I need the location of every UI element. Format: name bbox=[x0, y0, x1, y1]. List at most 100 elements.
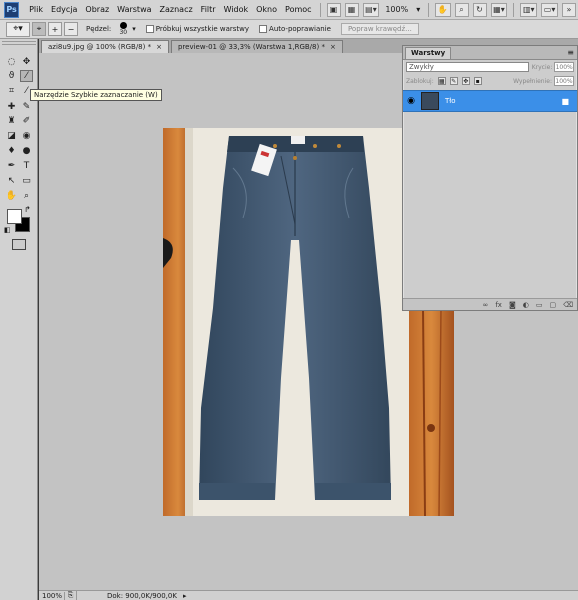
layer-style-icon[interactable]: fx bbox=[495, 301, 502, 309]
lasso-tool-icon[interactable]: ϑ bbox=[5, 70, 18, 82]
tool-preset-picker[interactable]: ⌖▾ bbox=[6, 21, 30, 37]
status-info-icon[interactable]: ⎘ bbox=[65, 591, 77, 600]
tab-label: azi8u9.jpg @ 100% (RGB/8) * bbox=[48, 43, 152, 51]
menu-separator bbox=[513, 2, 515, 17]
add-mask-icon[interactable]: ◙ bbox=[509, 301, 516, 309]
options-bar: ⌖▾ ⌖ + − Pędzel: 30 ▾ Próbkuj wszystkie … bbox=[0, 20, 578, 39]
layer-row-background[interactable]: ◉ Tło ■ bbox=[403, 90, 577, 112]
hand-tool-icon[interactable]: ✋ bbox=[5, 190, 18, 202]
gradient-tool-icon[interactable]: ◉ bbox=[20, 130, 33, 142]
tab-azi8u9[interactable]: azi8u9.jpg @ 100% (RGB/8) * × bbox=[41, 40, 169, 53]
zoom-level-select[interactable]: 100% bbox=[381, 5, 412, 14]
app-logo: Ps bbox=[4, 1, 20, 18]
brush-size: 30 bbox=[119, 29, 128, 36]
brush-tool-icon[interactable]: ✎ bbox=[20, 101, 33, 113]
refine-edge-button[interactable]: Popraw krawędź... bbox=[340, 23, 419, 35]
layer-thumbnail bbox=[421, 92, 439, 110]
tab-layers[interactable]: Warstwy bbox=[405, 46, 452, 59]
mini-bridge-icon[interactable]: ▦ bbox=[344, 2, 359, 17]
quick-selection-tool-icon[interactable]: ⁄ bbox=[20, 70, 33, 82]
panel-grip[interactable] bbox=[2, 41, 36, 45]
menu-plik[interactable]: Plik bbox=[25, 5, 47, 14]
lock-all-icon[interactable]: ▪ bbox=[473, 77, 482, 85]
hand-tool-icon[interactable]: ✋ bbox=[435, 2, 451, 17]
brush-picker[interactable]: 30 bbox=[114, 21, 132, 37]
healing-brush-tool-icon[interactable]: ✚ bbox=[5, 101, 18, 113]
new-layer-icon[interactable]: ▢ bbox=[549, 301, 556, 309]
adjustment-layer-icon[interactable]: ◐ bbox=[523, 301, 529, 309]
crop-tool-icon[interactable]: ⌗ bbox=[5, 85, 18, 97]
workspace-more-icon[interactable]: » bbox=[561, 2, 576, 17]
sample-all-layers-checkbox[interactable] bbox=[145, 25, 154, 33]
path-selection-tool-icon[interactable]: ↖ bbox=[5, 175, 18, 187]
menu-bar: Ps Plik Edycja Obraz Warstwa Zaznacz Fil… bbox=[0, 0, 578, 20]
rotate-view-icon[interactable]: ↻ bbox=[472, 2, 487, 17]
type-tool-icon[interactable]: T bbox=[20, 160, 33, 172]
quick-mask-icon[interactable] bbox=[12, 239, 26, 250]
new-selection-mode-icon[interactable]: ⌖ bbox=[32, 22, 46, 36]
swap-colors-icon[interactable]: ↱ bbox=[24, 205, 31, 214]
eye-icon[interactable]: ◉ bbox=[403, 96, 419, 106]
status-doc-size: Dok: 900,0K/900,0K bbox=[107, 591, 177, 600]
lock-position-icon[interactable]: ✥ bbox=[461, 77, 470, 85]
status-zoom[interactable]: 100% bbox=[39, 591, 65, 600]
fill-field[interactable]: 100% bbox=[554, 76, 574, 86]
tools-panel: ◌ ✥ ϑ ⁄ ⌗ ⁄ ✚ ✎ ♜ ✐ ◪ ◉ ♦ ● ✒ T ↖ ▭ ✋ ⌕ … bbox=[0, 39, 38, 600]
clone-stamp-tool-icon[interactable]: ♜ bbox=[5, 115, 18, 127]
tab-preview-01[interactable]: preview-01 @ 33,3% (Warstwa 1,RGB/8) * × bbox=[170, 40, 343, 53]
menu-filtr[interactable]: Filtr bbox=[197, 5, 220, 14]
close-icon[interactable]: × bbox=[156, 43, 162, 51]
panel-menu-icon[interactable]: ≡ bbox=[567, 48, 574, 57]
bridge-icon[interactable]: ▣ bbox=[326, 2, 341, 17]
fill-label: Wypełnienie: bbox=[513, 77, 552, 85]
grid-icon[interactable]: ▦▾ bbox=[490, 2, 508, 17]
eraser-tool-icon[interactable]: ◪ bbox=[5, 130, 18, 142]
menu-separator bbox=[428, 2, 430, 17]
menu-pomoc[interactable]: Pomoc bbox=[281, 5, 316, 14]
zoom-tool-icon[interactable]: ⌕ bbox=[454, 2, 469, 17]
lock-image-icon[interactable]: ✎ bbox=[449, 77, 458, 85]
menu-edycja[interactable]: Edycja bbox=[47, 5, 81, 14]
brush-label: Pędzel: bbox=[86, 25, 112, 33]
opacity-field[interactable]: 100% bbox=[554, 62, 574, 72]
blur-tool-icon[interactable]: ♦ bbox=[5, 145, 18, 157]
add-to-selection-mode-icon[interactable]: + bbox=[48, 22, 62, 36]
auto-enhance-label: Auto-poprawianie bbox=[269, 25, 331, 33]
chevron-down-icon[interactable]: ▾ bbox=[412, 5, 424, 14]
move-tool-icon[interactable]: ✥ bbox=[20, 56, 33, 68]
menu-obraz[interactable]: Obraz bbox=[81, 5, 113, 14]
subtract-selection-mode-icon[interactable]: − bbox=[64, 22, 78, 36]
blend-mode-select[interactable]: Zwykły bbox=[406, 62, 529, 72]
layers-panel: Warstwy ≡ Zwykły Krycie: 100% Zablokuj: … bbox=[402, 45, 578, 311]
auto-enhance-checkbox[interactable] bbox=[259, 25, 268, 33]
lock-transparency-icon[interactable]: ▦ bbox=[437, 77, 446, 85]
new-group-icon[interactable]: ▭ bbox=[536, 301, 543, 309]
foreground-color-swatch[interactable] bbox=[7, 209, 22, 224]
sample-all-layers-label: Próbkuj wszystkie warstwy bbox=[155, 25, 250, 33]
brush-tip-icon bbox=[119, 22, 127, 29]
menu-widok[interactable]: Widok bbox=[220, 5, 253, 14]
shape-tool-icon[interactable]: ▭ bbox=[20, 175, 33, 187]
close-icon[interactable]: × bbox=[330, 43, 336, 51]
zoom-tool-icon[interactable]: ⌕ bbox=[20, 190, 33, 202]
tool-tooltip: Narzędzie Szybkie zaznaczanie (W) bbox=[30, 89, 162, 101]
pen-tool-icon[interactable]: ✒ bbox=[5, 160, 18, 172]
opacity-label: Krycie: bbox=[531, 63, 553, 71]
dodge-tool-icon[interactable]: ● bbox=[20, 145, 33, 157]
marquee-tool-icon[interactable]: ◌ bbox=[5, 56, 18, 68]
lock-icon: ■ bbox=[561, 96, 569, 106]
lock-row: Zablokuj: ▦ ✎ ✥ ▪ Wypełnienie: 100% bbox=[403, 74, 577, 88]
screen-mode-icon[interactable]: ▭▾ bbox=[541, 2, 558, 17]
chevron-down-icon[interactable]: ▾ bbox=[132, 25, 136, 33]
default-colors-icon[interactable]: ◧ bbox=[4, 226, 11, 234]
arrange-documents-icon[interactable]: ▥▾ bbox=[520, 2, 538, 17]
blend-row: Zwykły Krycie: 100% bbox=[403, 60, 577, 74]
history-brush-tool-icon[interactable]: ✐ bbox=[20, 115, 33, 127]
link-layers-icon[interactable]: ∞ bbox=[482, 301, 488, 309]
menu-okno[interactable]: Okno bbox=[252, 5, 281, 14]
view-extras-icon[interactable]: ▤▾ bbox=[362, 2, 380, 17]
menu-zaznacz[interactable]: Zaznacz bbox=[156, 5, 197, 14]
status-arrow-icon[interactable]: ▸ bbox=[183, 592, 187, 600]
menu-warstwa[interactable]: Warstwa bbox=[113, 5, 155, 14]
trash-icon[interactable]: ⌫ bbox=[563, 301, 573, 309]
